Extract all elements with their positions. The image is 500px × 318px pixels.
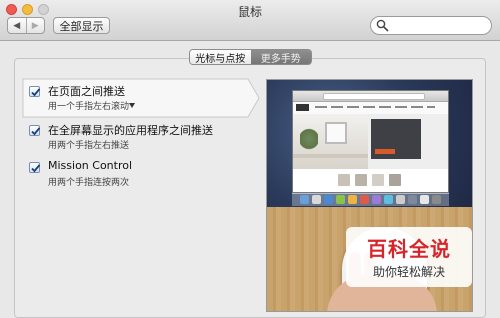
preview-hero-image <box>293 114 448 169</box>
chevron-down-icon[interactable] <box>129 103 135 108</box>
search-icon <box>376 19 389 32</box>
title-bar: 鼠标 ◀ ▶ 全部显示 <box>0 0 500 41</box>
mission-control-checkbox[interactable] <box>29 162 41 173</box>
preview-site-logo <box>296 104 309 111</box>
swipe-pages-description[interactable]: 用一个手指左右滚动 <box>48 99 129 112</box>
preview-site-menu <box>315 106 435 108</box>
swipe-fullscreen-apps-label: 在全屏幕显示的应用程序之间推送 <box>48 124 213 137</box>
preview-url-bar <box>323 93 425 100</box>
forward-button[interactable]: ▶ <box>25 18 45 33</box>
preview-promo-panel <box>371 119 421 159</box>
mission-control-label: Mission Control <box>48 159 133 172</box>
preview-browser-toolbar <box>293 91 448 102</box>
preview-room-image <box>293 114 368 169</box>
swipe-fullscreen-apps-checkbox[interactable] <box>29 125 41 136</box>
checkmark-icon <box>31 164 41 173</box>
preview-thumbnails <box>293 171 448 191</box>
checkmark-icon <box>31 88 41 97</box>
search-input[interactable] <box>370 16 492 35</box>
watermark-subtitle: 助你轻松解决 <box>372 265 445 279</box>
swipe-pages-checkbox[interactable] <box>29 86 41 97</box>
preview-picture-frame <box>325 122 347 144</box>
mission-control-description: 用两个手指连按两次 <box>48 178 130 188</box>
nav-back-forward: ◀ ▶ <box>7 17 45 34</box>
watermark-logo: 百科全说 助你轻松解决 <box>346 227 472 287</box>
tab-bar: 光标与点按 更多手势 <box>189 49 312 65</box>
preview-shelf <box>293 154 368 158</box>
tab-more-gestures[interactable]: 更多手势 <box>250 50 311 64</box>
preview-plant <box>300 124 318 154</box>
back-button[interactable]: ◀ <box>8 18 26 33</box>
watermark-title: 百科全说 <box>367 237 451 261</box>
preview-promo-button <box>375 149 395 154</box>
preview-browser-window <box>292 90 449 193</box>
preview-desktop <box>267 80 472 207</box>
preview-dock <box>292 193 449 206</box>
swipe-fullscreen-apps-description: 用两个手指左右推送 <box>48 141 130 151</box>
show-all-button[interactable]: 全部显示 <box>53 17 110 34</box>
checkmark-icon <box>31 127 41 136</box>
tab-point-and-click[interactable]: 光标与点按 <box>190 50 251 64</box>
swipe-pages-label: 在页面之间推送 <box>48 85 125 98</box>
